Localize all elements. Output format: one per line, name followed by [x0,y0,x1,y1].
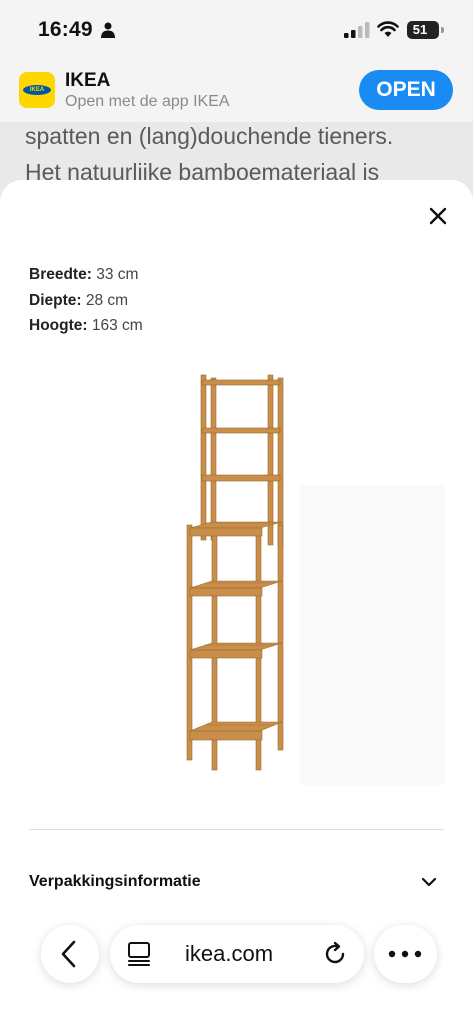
app-name: IKEA [65,70,111,91]
background-description: spatten en (lang)douchende tieners. Het … [25,118,465,180]
url-text[interactable]: ikea.com [185,941,273,967]
dimension-specs: Breedte: 33 cm Diepte: 28 cm Hoogte: 163… [29,262,143,339]
section-divider [29,829,444,830]
product-image [186,374,445,785]
ikea-logo-text: IKEA [29,87,45,93]
person-icon [101,22,115,38]
tabs-icon[interactable] [127,941,151,967]
app-banner: IKEA IKEA Open met de app IKEA OPEN [0,60,473,122]
ikea-app-icon: IKEA [19,72,55,108]
wifi-icon [377,21,399,37]
background-line-2: Het natuurlijke bamboemateriaal is [25,159,380,180]
chevron-left-icon[interactable] [59,940,79,968]
app-subtitle: Open met de app IKEA [65,93,230,110]
status-bar: 16:49 51 [0,0,473,60]
cellular-signal-icon [344,22,370,38]
background-line-1: spatten en (lang)douchende tieners. [25,123,394,149]
open-app-button[interactable]: OPEN [359,70,453,110]
battery-level: 51 [412,22,428,37]
battery-indicator: 51 [407,21,444,39]
spec-height: Hoogte: 163 cm [29,317,143,334]
close-icon[interactable] [428,206,448,226]
packaging-info-toggle[interactable]: Verpakkingsinformatie [29,873,201,891]
spec-depth: Diepte: 28 cm [29,291,129,309]
spec-width: Breedte: 33 cm [29,266,139,283]
reload-icon[interactable] [322,941,348,967]
chevron-down-icon[interactable] [421,876,437,888]
status-time: 16:49 [38,18,93,41]
more-icon[interactable] [388,950,422,958]
